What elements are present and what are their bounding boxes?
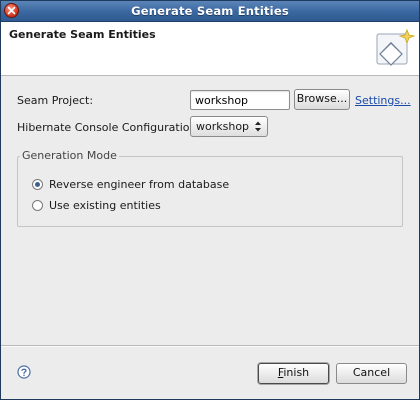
settings-link[interactable]: Settings... — [355, 94, 411, 107]
window-title: Generate Seam Entities — [131, 4, 289, 18]
wizard-header-title: Generate Seam Entities — [9, 28, 156, 41]
radio-reverse-engineer-label: Reverse engineer from database — [49, 178, 230, 191]
finish-label-rest: inish — [283, 366, 310, 379]
seam-project-label: Seam Project: — [17, 94, 94, 107]
console-config-select[interactable]: workshop — [190, 116, 268, 137]
radio-button-selected[interactable] — [32, 179, 43, 190]
seam-project-input[interactable] — [190, 90, 290, 110]
help-icon[interactable] — [17, 365, 31, 382]
radio-use-existing-label: Use existing entities — [49, 199, 161, 212]
radio-dot — [35, 182, 40, 187]
cancel-button[interactable]: Cancel — [336, 363, 407, 384]
seam-wizard-icon — [369, 24, 416, 75]
console-config-label: Hibernate Console Configuration: — [17, 121, 201, 134]
dialog-window: Generate Seam Entities Generate Seam Ent… — [0, 0, 420, 400]
title-bar[interactable]: Generate Seam Entities — [1, 1, 419, 22]
wizard-header: Generate Seam Entities — [1, 22, 419, 76]
footer-separator — [1, 345, 419, 347]
radio-button[interactable] — [32, 200, 43, 211]
browse-button[interactable]: Browse... — [294, 89, 350, 110]
updown-arrows-icon — [254, 120, 262, 139]
generation-mode-group: Generation Mode Reverse engineer from da… — [17, 149, 403, 227]
console-config-value: workshop — [196, 120, 250, 133]
finish-button[interactable]: Finish — [258, 363, 329, 384]
generation-mode-legend: Generation Mode — [20, 149, 119, 162]
